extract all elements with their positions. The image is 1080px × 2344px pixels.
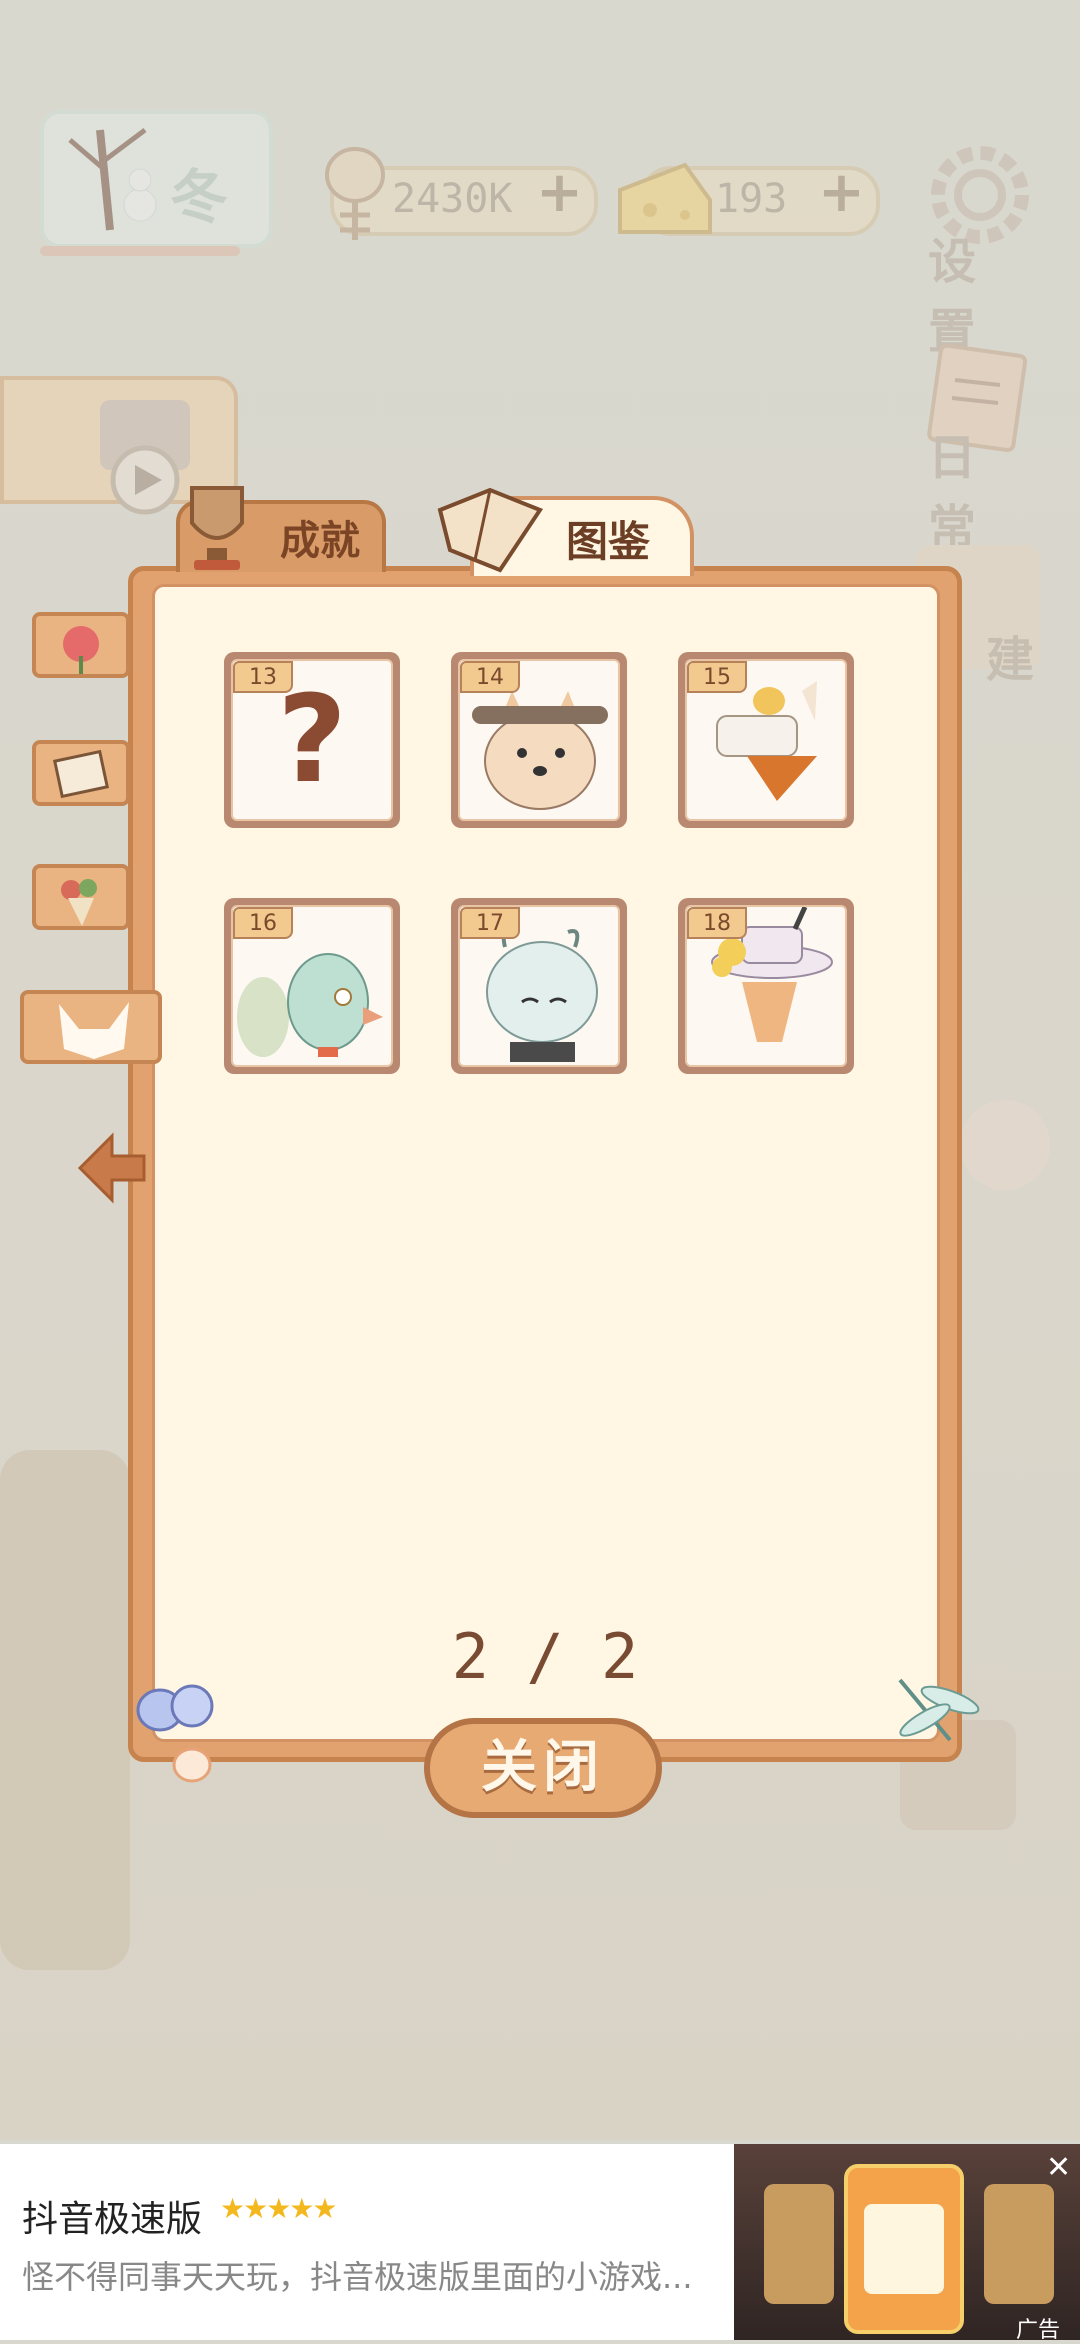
snow-tree-icon bbox=[68, 128, 157, 231]
fish-currency-value: 2430K bbox=[392, 176, 513, 222]
back-arrow-icon[interactable] bbox=[72, 1128, 152, 1208]
tab-collection-label[interactable]: 图鉴 bbox=[566, 508, 650, 569]
card-number: 15 bbox=[687, 661, 747, 693]
close-button-label: 关闭 bbox=[481, 1735, 605, 1800]
card-number: 13 bbox=[233, 661, 293, 693]
season-progress bbox=[40, 246, 240, 256]
collection-card-17[interactable]: 17 bbox=[451, 898, 627, 1074]
category-letter-tab[interactable] bbox=[32, 740, 130, 806]
ad-rating-stars: ★★★★★ bbox=[220, 2192, 338, 2225]
card-number: 17 bbox=[460, 907, 520, 939]
build-label[interactable]: 建 bbox=[986, 620, 1034, 690]
collection-card-15[interactable]: 15 bbox=[678, 652, 854, 828]
fox-silhouette-icon bbox=[59, 1002, 129, 1059]
open-book-icon bbox=[437, 487, 544, 573]
close-button[interactable]: 关闭 bbox=[424, 1718, 662, 1818]
card-number: 16 bbox=[233, 907, 293, 939]
mushroom-deco bbox=[960, 1100, 1050, 1190]
cheese-icon bbox=[618, 162, 712, 234]
cheese-currency-value: 193 bbox=[715, 176, 788, 222]
fish-add-button[interactable]: + bbox=[536, 160, 583, 225]
ad-title[interactable]: 抖音极速版 bbox=[22, 2190, 202, 2242]
ad-close-button[interactable]: ✕ bbox=[1046, 2150, 1071, 2185]
category-character-tab[interactable] bbox=[20, 990, 162, 1064]
rose-icon bbox=[63, 626, 99, 674]
fishbone-icon bbox=[325, 147, 385, 240]
daily-label[interactable]: 日常 bbox=[928, 418, 976, 558]
collection-card-16[interactable]: 16 bbox=[224, 898, 400, 1074]
tree-deco bbox=[0, 1450, 130, 1970]
ad-description[interactable]: 怪不得同事天天玩，抖音极速版里面的小游戏... bbox=[22, 2252, 722, 2298]
tab-achievement-label[interactable]: 成就 bbox=[280, 508, 360, 566]
collection-card-14[interactable]: 14 bbox=[451, 652, 627, 828]
category-flower-tab[interactable] bbox=[32, 612, 130, 678]
butterfly-icon bbox=[136, 1684, 214, 1783]
ad-preview-image[interactable] bbox=[734, 2144, 1080, 2340]
page-indicator: 2 / 2 bbox=[451, 1620, 639, 1693]
collection-card-13[interactable]: 13 ? bbox=[224, 652, 400, 828]
ad-tag-label: 广告 bbox=[1016, 2318, 1061, 2343]
bouquet-icon bbox=[61, 879, 97, 926]
trophy-icon bbox=[190, 486, 244, 570]
collection-card-18[interactable]: 18 bbox=[678, 898, 854, 1074]
dragonfly-icon bbox=[898, 1678, 980, 1742]
card-number: 18 bbox=[687, 907, 747, 939]
cheese-add-button[interactable]: + bbox=[818, 160, 865, 225]
card-number: 14 bbox=[460, 661, 520, 693]
category-bouquet-tab[interactable] bbox=[32, 864, 130, 930]
season-label: 冬 bbox=[170, 163, 229, 231]
envelope-icon bbox=[52, 749, 110, 799]
